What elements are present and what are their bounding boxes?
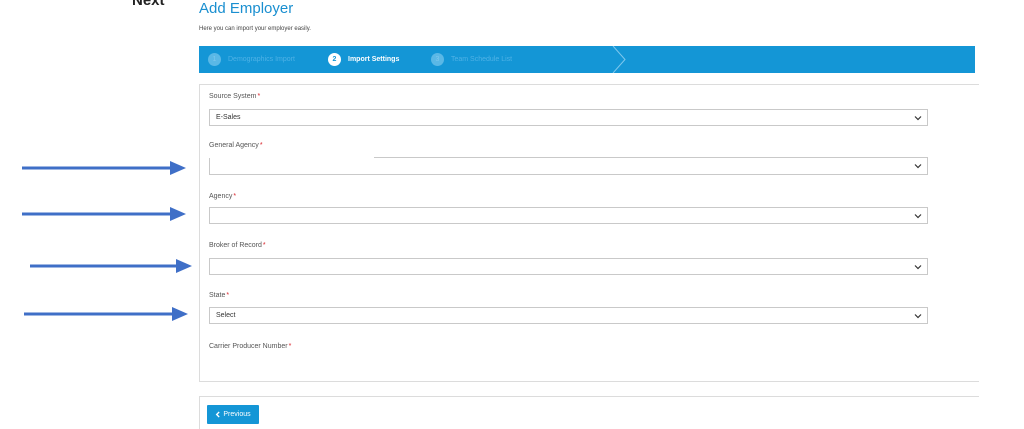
arrow-right-icon (22, 207, 186, 221)
chevron-down-icon (914, 164, 922, 169)
step-label: Import Settings (348, 56, 400, 63)
chevron-down-icon (914, 265, 922, 270)
previous-button-label: Previous (223, 411, 251, 418)
import-settings-form: Source System* E-Sales General Agency* A… (199, 84, 979, 382)
source-system-select[interactable]: E-Sales (209, 109, 928, 126)
chevron-down-icon (914, 214, 922, 219)
general-agency-select[interactable] (209, 158, 928, 175)
step-label: Demographics Import (228, 56, 295, 63)
general-agency-label: General Agency* (209, 142, 263, 149)
broker-of-record-select[interactable] (209, 258, 928, 275)
step-demographics-import[interactable]: 1 Demographics Import (208, 46, 295, 73)
add-employer-page: Next Add Employer Here you can import yo… (0, 0, 1024, 429)
arrow-right-icon (22, 161, 186, 175)
chevron-down-icon (914, 314, 922, 319)
step-import-settings[interactable]: 2 Import Settings (328, 46, 399, 73)
source-system-value: E-Sales (216, 114, 241, 121)
carrier-producer-number-label: Carrier Producer Number* (209, 343, 292, 350)
arrow-right-icon (24, 307, 188, 321)
next-label: Next (132, 0, 165, 9)
state-value: Select (216, 312, 236, 319)
chevron-left-icon (216, 411, 221, 418)
broker-of-record-label: Broker of Record* (209, 242, 266, 249)
step-chevron-icon (612, 46, 626, 73)
step-team-schedule-list[interactable]: 3 Team Schedule List (431, 46, 512, 73)
state-label: State* (209, 292, 230, 299)
agency-label: Agency* (209, 193, 237, 200)
page-title: Add Employer (199, 0, 294, 17)
import-stepper: 1 Demographics Import 2 Import Settings … (199, 46, 975, 73)
previous-button[interactable]: Previous (207, 405, 259, 424)
step-number: 3 (431, 53, 444, 66)
agency-select[interactable] (209, 207, 928, 224)
page-subtitle: Here you can import your employer easily… (199, 26, 311, 32)
arrow-right-icon (30, 259, 192, 273)
step-label: Team Schedule List (451, 56, 513, 63)
form-footer: Previous (199, 396, 979, 429)
step-number: 1 (208, 53, 221, 66)
source-system-label: Source System* (209, 93, 261, 100)
chevron-down-icon (914, 116, 922, 121)
step-number: 2 (328, 53, 341, 66)
state-select[interactable]: Select (209, 307, 928, 324)
